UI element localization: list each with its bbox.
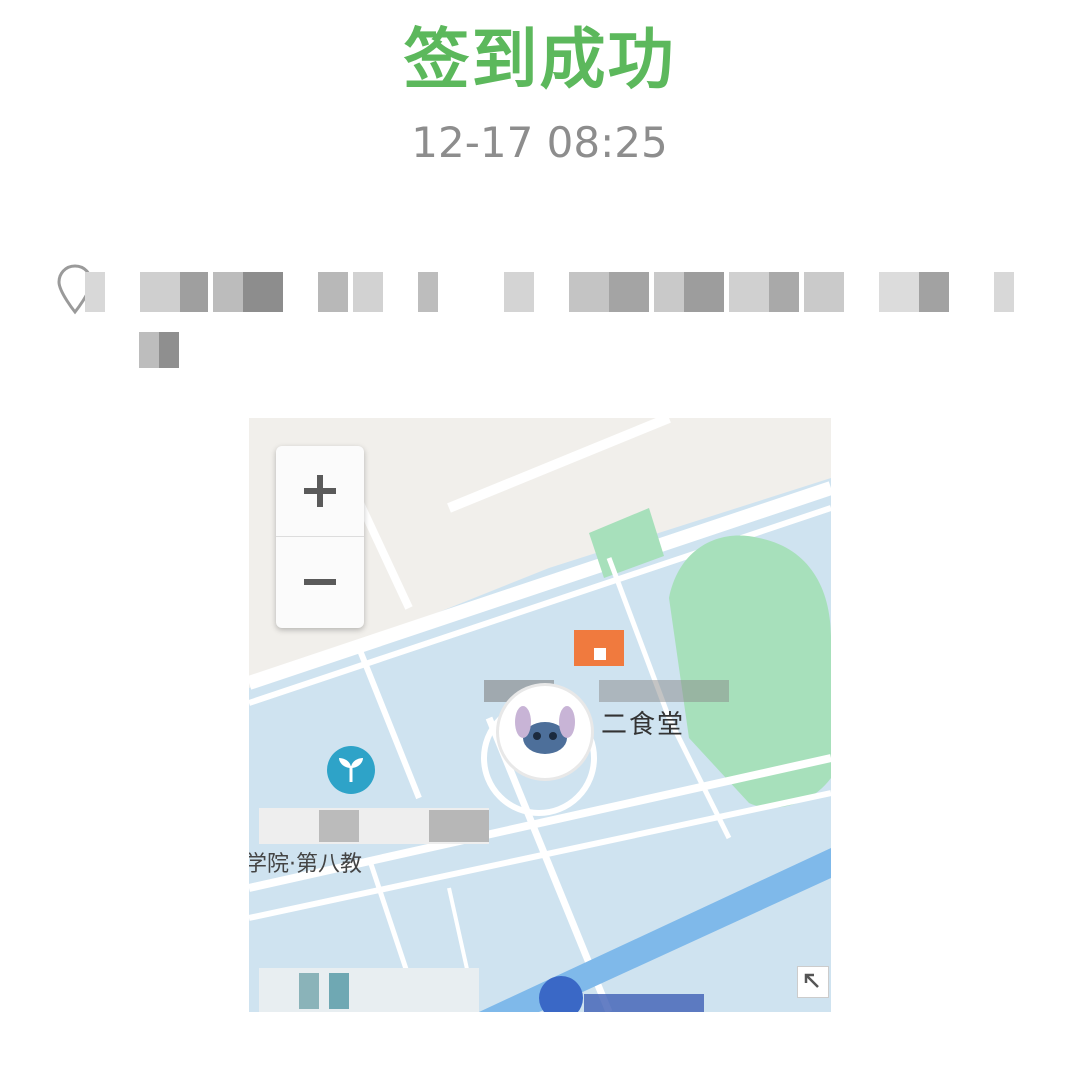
zoom-in-button[interactable]	[276, 446, 364, 537]
park-leaf-icon	[327, 746, 375, 794]
zoom-out-button[interactable]	[276, 537, 364, 627]
expand-map-button[interactable]	[797, 966, 829, 998]
checkin-time: 12-17 08:25	[411, 118, 668, 167]
checkin-status-title: 签到成功	[403, 21, 676, 98]
checkin-map[interactable]: 二食堂 学院·第八教	[249, 418, 831, 1012]
location-row	[55, 262, 1079, 372]
map-zoom-control	[276, 446, 364, 628]
address-text-redacted	[85, 272, 1015, 312]
poi-school-label: 学院·第八教	[249, 852, 362, 877]
user-avatar-icon[interactable]	[499, 686, 591, 778]
expand-map-icon	[804, 973, 819, 988]
zoom-in-icon	[304, 475, 336, 507]
poi-cafeteria-label: 二食堂	[601, 710, 686, 740]
zoom-out-icon	[304, 579, 336, 585]
address-text-redacted-line2	[139, 332, 179, 368]
